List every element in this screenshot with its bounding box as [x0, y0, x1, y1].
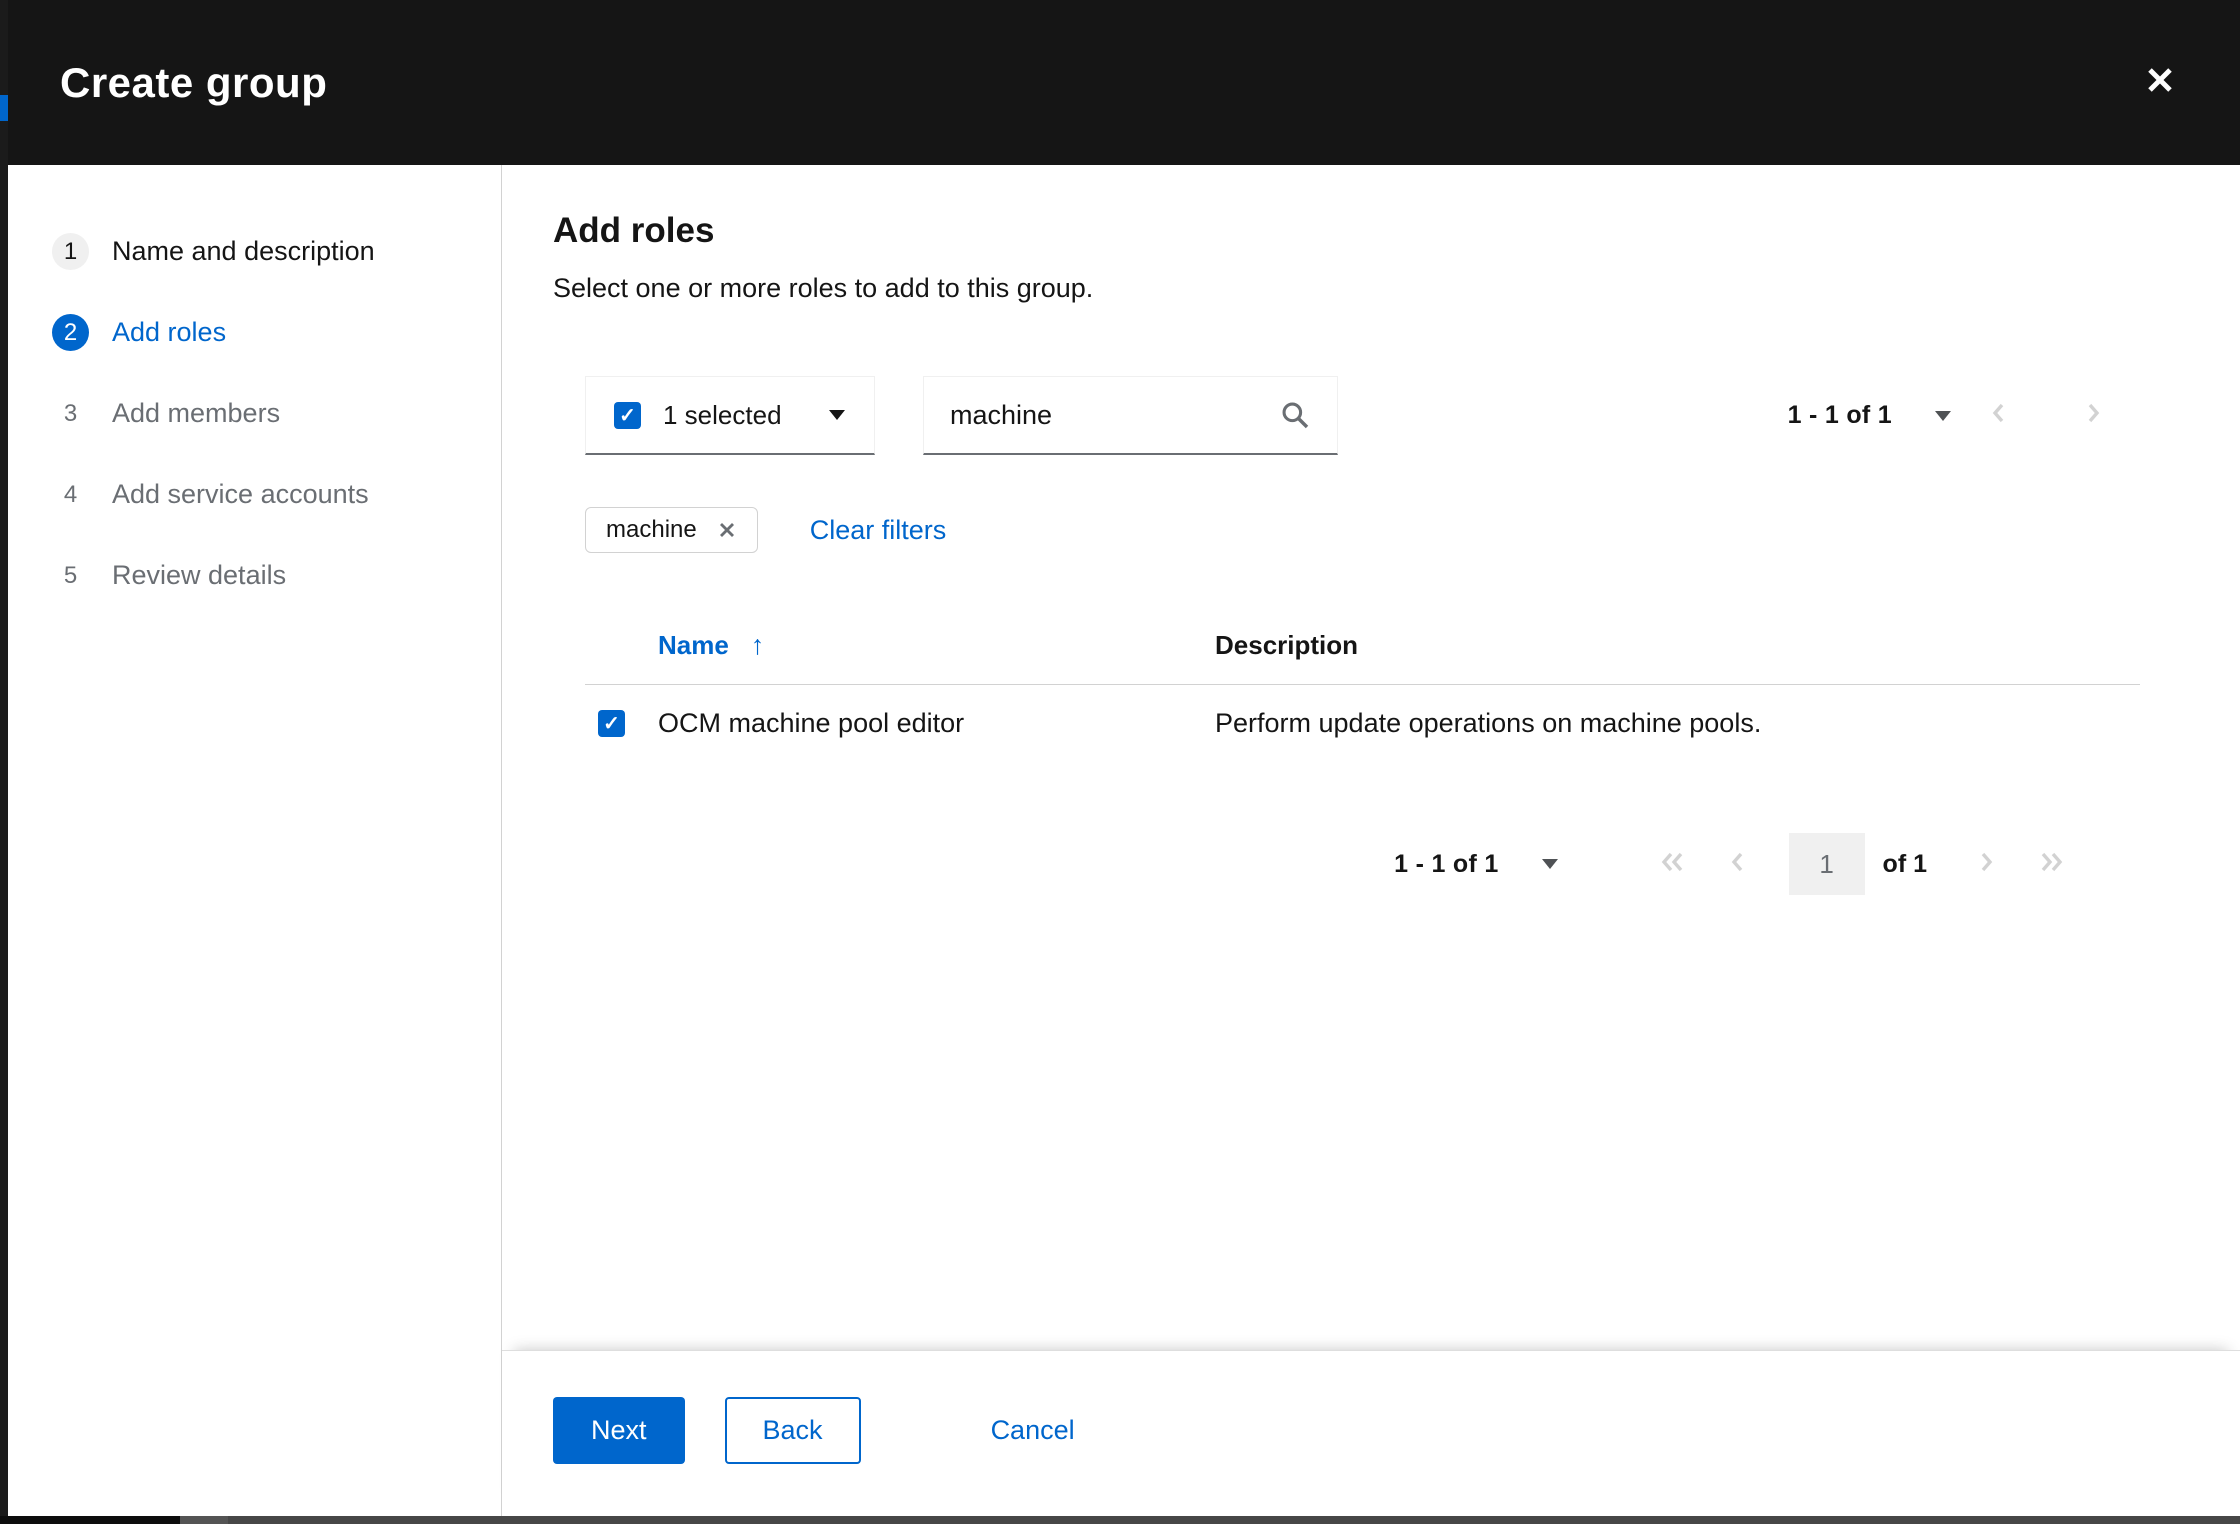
background-page-bottom [0, 1516, 2240, 1524]
next-page-button[interactable] [2046, 386, 2140, 446]
next-page-button[interactable] [1953, 834, 2019, 894]
step-label: Add roles [112, 317, 226, 348]
double-angle-left-icon [1655, 847, 1689, 882]
step-label: Name and description [112, 236, 375, 267]
angle-left-icon [1987, 398, 2011, 433]
sort-ascending-icon: ↑ [751, 630, 765, 661]
pagination-range: 1 - 1 of 1 [1788, 401, 1892, 430]
check-icon: ✓ [603, 711, 620, 736]
check-icon: ✓ [619, 403, 636, 428]
page-subtitle: Select one or more roles to add to this … [553, 273, 2140, 304]
filter-chip: machine [585, 507, 758, 553]
page-count-label: of 1 [1883, 850, 1927, 879]
angle-left-icon [1726, 847, 1750, 882]
create-group-wizard: Create group 1 Name and description 2 [8, 0, 2240, 1516]
wizard-header: Create group [8, 0, 2240, 165]
column-header-description: Description [1215, 630, 2140, 661]
cancel-button[interactable]: Cancel [991, 1397, 1075, 1464]
filter-chip-label: machine [606, 516, 697, 544]
pagination-range: 1 - 1 of 1 [1394, 850, 1498, 879]
pagination-top: 1 - 1 of 1 [1788, 386, 2140, 446]
double-angle-right-icon [2035, 847, 2069, 882]
back-button[interactable]: Back [725, 1397, 861, 1464]
step-number: 1 [52, 233, 89, 270]
row-checkbox-cell: ✓ [585, 710, 658, 737]
add-roles-content: Add roles Select one or more roles to ad… [502, 165, 2240, 1350]
wizard-footer: Next Back Cancel [502, 1350, 2240, 1516]
step-content-pane: Add roles Select one or more roles to ad… [502, 165, 2240, 1516]
per-page-chevron-down-icon[interactable] [1541, 858, 1559, 870]
step-number: 2 [52, 314, 89, 351]
angle-right-icon [1974, 847, 1998, 882]
role-filter-searchbox [923, 376, 1338, 455]
prev-page-button[interactable] [1705, 834, 1771, 894]
clear-filters-link[interactable]: Clear filters [810, 515, 947, 546]
first-page-button[interactable] [1639, 834, 1705, 894]
role-name-cell: OCM machine pool editor [658, 708, 1215, 739]
roles-toolbar: ✓ 1 selected [585, 376, 2140, 455]
search-icon [1279, 399, 1311, 431]
step-add-service-accounts[interactable]: 4 Add service accounts [8, 454, 501, 535]
step-name-and-description[interactable]: 1 Name and description [8, 211, 501, 292]
active-filters: machine Clear filters [585, 507, 2140, 553]
roles-table: Name ↑ Description ✓ OCM machine [585, 607, 2140, 761]
create-group-modal-screen: Create group 1 Name and description 2 [0, 0, 2240, 1524]
bulk-select-checkbox[interactable]: ✓ [614, 402, 641, 429]
next-button[interactable]: Next [553, 1397, 685, 1464]
last-page-button[interactable] [2019, 834, 2085, 894]
wizard-steps-nav: 1 Name and description 2 Add roles 3 Add… [8, 165, 502, 1516]
step-label: Add service accounts [112, 479, 369, 510]
pagination-bottom: 1 - 1 of 1 [553, 833, 2140, 895]
step-add-roles[interactable]: 2 Add roles [8, 292, 501, 373]
column-header-name[interactable]: Name ↑ [658, 630, 1215, 661]
search-input[interactable] [950, 400, 1279, 431]
step-label: Review details [112, 560, 286, 591]
table-row: ✓ OCM machine pool editor Perform update… [585, 685, 2140, 761]
row-checkbox[interactable]: ✓ [598, 710, 625, 737]
bulk-select-label: 1 selected [663, 400, 782, 431]
bulk-select-dropdown[interactable]: ✓ 1 selected [585, 376, 875, 455]
close-icon [2143, 63, 2177, 102]
page-title: Add roles [553, 211, 2140, 251]
background-page-edge [0, 0, 8, 1524]
step-number: 5 [52, 557, 89, 594]
background-accent [0, 95, 8, 121]
remove-filter-button[interactable] [717, 520, 737, 540]
step-number: 4 [52, 476, 89, 513]
per-page-chevron-down-icon[interactable] [1934, 410, 1952, 422]
step-review-details[interactable]: 5 Review details [8, 535, 501, 616]
prev-page-button[interactable] [1952, 386, 2046, 446]
close-button[interactable] [2132, 55, 2188, 111]
step-add-members[interactable]: 3 Add members [8, 373, 501, 454]
current-page-input[interactable] [1789, 833, 1865, 895]
wizard-body: 1 Name and description 2 Add roles 3 Add… [8, 165, 2240, 1516]
step-label: Add members [112, 398, 280, 429]
angle-right-icon [2081, 398, 2105, 433]
wizard-title: Create group [60, 59, 327, 107]
chevron-down-icon [828, 409, 846, 421]
step-number: 3 [52, 395, 89, 432]
role-description-cell: Perform update operations on machine poo… [1215, 708, 2140, 739]
table-header-row: Name ↑ Description [585, 607, 2140, 685]
